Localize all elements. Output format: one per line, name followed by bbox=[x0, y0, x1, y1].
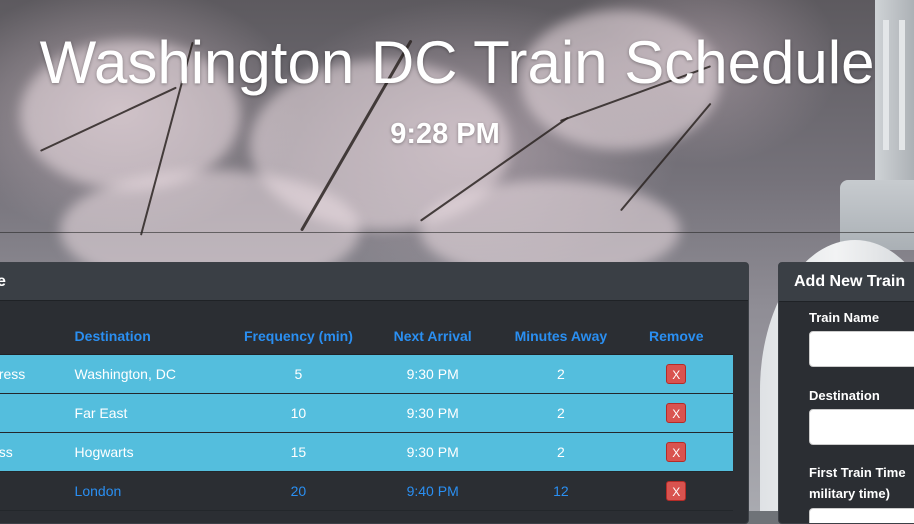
destination-label: Destination bbox=[809, 388, 880, 403]
current-time: 9:28 PM bbox=[390, 118, 500, 150]
cell-remove: X bbox=[619, 393, 733, 433]
cell-next-arrival: 9:30 PM bbox=[363, 393, 503, 433]
table-row: ess Hogwarts 15 9:30 PM 2 X bbox=[0, 432, 733, 472]
cell-train-name: press bbox=[0, 354, 71, 394]
column-header-next-arrival: Next Arrival bbox=[363, 317, 503, 355]
cell-remove: X bbox=[619, 471, 733, 511]
page-title: Washington DC Train Schedule bbox=[39, 29, 875, 96]
cell-train-name bbox=[0, 393, 71, 433]
cell-remove: X bbox=[619, 354, 733, 394]
train-name-label: Train Name bbox=[809, 310, 880, 325]
schedule-panel-title: e bbox=[0, 273, 6, 290]
column-header-frequency: Frequency (min) bbox=[233, 317, 364, 355]
cell-destination: London bbox=[70, 471, 234, 511]
cell-frequency: 5 bbox=[233, 354, 364, 394]
cell-destination: Hogwarts bbox=[70, 432, 234, 472]
destination-input[interactable] bbox=[809, 409, 914, 445]
first-train-time-label: First Train Time bbox=[809, 465, 906, 480]
add-train-panel: Add New Train Train Name Destination Fir… bbox=[778, 262, 914, 524]
train-name-input[interactable] bbox=[809, 331, 914, 367]
cell-next-arrival: 9:30 PM bbox=[363, 432, 503, 472]
cell-next-arrival: 9:30 PM bbox=[363, 354, 503, 394]
first-train-time-input[interactable] bbox=[809, 508, 914, 523]
table-row: press Washington, DC 5 9:30 PM 2 X bbox=[0, 354, 733, 394]
column-header-train-name bbox=[0, 317, 71, 355]
cell-minutes-away: 2 bbox=[502, 432, 620, 472]
remove-train-button[interactable]: X bbox=[666, 403, 687, 423]
schedule-table: Destination Frequency (min) Next Arrival… bbox=[0, 317, 733, 511]
cell-frequency: 20 bbox=[233, 471, 364, 511]
cell-next-arrival: 9:40 PM bbox=[363, 471, 503, 511]
table-header-row: Destination Frequency (min) Next Arrival… bbox=[0, 317, 733, 355]
column-header-destination: Destination bbox=[70, 317, 234, 355]
cell-frequency: 10 bbox=[233, 393, 364, 433]
remove-train-button[interactable]: X bbox=[666, 364, 687, 384]
remove-train-button[interactable]: X bbox=[666, 442, 687, 462]
cell-destination: Far East bbox=[70, 393, 234, 433]
cell-frequency: 15 bbox=[233, 432, 364, 472]
schedule-panel-heading: e bbox=[0, 263, 748, 301]
table-row: Far East 10 9:30 PM 2 X bbox=[0, 393, 733, 433]
first-train-time-label-line2: military time) bbox=[809, 486, 890, 501]
schedule-panel: e Destination Frequency (min) Next Arriv… bbox=[0, 262, 749, 524]
cell-train-name bbox=[0, 471, 71, 511]
cell-minutes-away: 2 bbox=[502, 393, 620, 433]
cell-train-name: ess bbox=[0, 432, 71, 472]
column-header-remove: Remove bbox=[619, 317, 733, 355]
cell-remove: X bbox=[619, 432, 733, 472]
cell-minutes-away: 2 bbox=[502, 354, 620, 394]
table-row: London 20 9:40 PM 12 X bbox=[0, 471, 733, 511]
cell-minutes-away: 12 bbox=[502, 471, 620, 511]
add-train-heading: Add New Train bbox=[779, 263, 914, 302]
column-header-minutes-away: Minutes Away bbox=[502, 317, 620, 355]
remove-train-button[interactable]: X bbox=[666, 481, 687, 501]
cell-destination: Washington, DC bbox=[70, 354, 234, 394]
